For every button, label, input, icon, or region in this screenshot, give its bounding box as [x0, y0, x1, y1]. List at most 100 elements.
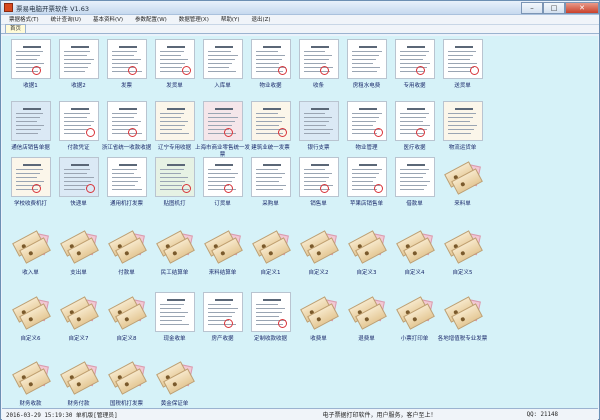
document-icon	[346, 157, 387, 197]
document-icon	[250, 101, 291, 141]
tile-20[interactable]: 学校收费机打	[7, 157, 54, 207]
tile-3[interactable]: 发货单	[151, 39, 198, 89]
tile-23[interactable]: 贴图机打	[151, 157, 198, 207]
tile-18[interactable]: 医疗收据	[391, 101, 438, 151]
tile-42[interactable]: 自定义8	[103, 292, 150, 342]
tile-2[interactable]: 发票	[103, 39, 150, 89]
tile-13[interactable]: 辽宁专用收据	[151, 101, 198, 151]
menu-item-0[interactable]: 票据格式(T)	[3, 15, 45, 25]
ticket-icon	[11, 292, 51, 332]
ticket-icon	[443, 292, 483, 332]
tile-5[interactable]: 物业收据	[247, 39, 294, 89]
status-qq: QQ: 21148	[526, 411, 558, 418]
ticket-icon	[59, 292, 99, 332]
tile-10[interactable]: 通信店销售单据	[7, 101, 54, 151]
maximize-icon: □	[550, 3, 558, 12]
tile-46[interactable]: 收费单	[295, 292, 342, 342]
tile-12[interactable]: 浙江省统一收款收据	[102, 101, 151, 151]
tile-48[interactable]: 小票打印单	[391, 292, 438, 342]
tile-8[interactable]: 专用收据	[391, 39, 438, 89]
ticket-icon	[107, 292, 147, 332]
menu-item-5[interactable]: 帮助(Y)	[215, 15, 246, 25]
tile-1[interactable]: 收据2	[55, 39, 102, 89]
document-icon	[298, 39, 339, 79]
document-icon	[250, 292, 291, 332]
tile-35[interactable]: 自定义1	[247, 226, 294, 276]
tile-27[interactable]: 苹果店销售单	[343, 157, 390, 207]
tile-4[interactable]: 入库单	[199, 39, 246, 89]
menu-item-2[interactable]: 基本资料(V)	[87, 15, 129, 25]
tile-51[interactable]: 财务付款	[55, 357, 102, 407]
tile-0[interactable]: 收据1	[7, 39, 54, 89]
tile-16[interactable]: 银行支票	[295, 101, 342, 151]
tile-38[interactable]: 自定义4	[391, 226, 438, 276]
document-icon	[154, 101, 195, 141]
tile-43[interactable]: 现金收单	[151, 292, 198, 342]
tile-44[interactable]: 房产收据	[199, 292, 246, 342]
document-icon	[58, 157, 99, 197]
close-button[interactable]: ✕	[565, 1, 599, 14]
tile-36[interactable]: 自定义2	[295, 226, 342, 276]
document-icon	[346, 101, 387, 141]
ticket-icon	[59, 357, 99, 397]
tile-14[interactable]: 上海市商业零售统一发票	[195, 101, 250, 158]
tile-30[interactable]: 收入单	[7, 226, 54, 276]
status-edition: 单机版[管理员]	[75, 413, 118, 419]
document-icon	[202, 292, 243, 332]
tile-29[interactable]: 来料单	[439, 157, 486, 207]
tile-22[interactable]: 通用机打发票	[103, 157, 150, 207]
tile-41[interactable]: 自定义7	[55, 292, 102, 342]
ticket-icon	[395, 292, 435, 332]
tile-31[interactable]: 支出单	[55, 226, 102, 276]
tile-32[interactable]: 付款单	[103, 226, 150, 276]
document-icon	[394, 157, 435, 197]
tile-34[interactable]: 来料结算单	[199, 226, 246, 276]
app-logo-icon	[4, 3, 13, 12]
menu-item-3[interactable]: 参数配置(W)	[129, 15, 173, 25]
status-bar: 2016-03-29 15:19:30 单机版[管理员] 电子票据打印软件，用户…	[2, 408, 598, 420]
app-window: 票易电脑开票软件 V1.63 – □ ✕ 票据格式(T) 统计查询(U) 基本资料(…	[0, 0, 600, 420]
tile-33[interactable]: 民工结算单	[151, 226, 198, 276]
tile-9[interactable]: 送货单	[439, 39, 486, 89]
tile-45[interactable]: 定制收款收据	[247, 292, 294, 342]
ticket-icon	[59, 226, 99, 266]
tile-21[interactable]: 快递单	[55, 157, 102, 207]
tile-49[interactable]: 各地增值税专业发票	[438, 292, 487, 342]
menu-item-1[interactable]: 统计查询(U)	[45, 15, 87, 25]
minimize-button[interactable]: –	[521, 1, 543, 14]
tile-52[interactable]: 国税机打发票	[103, 357, 150, 407]
maximize-button[interactable]: □	[543, 1, 565, 14]
tile-label: 送货单	[454, 83, 471, 89]
tile-50[interactable]: 财务收款	[7, 357, 54, 407]
menu-item-4[interactable]: 数据管理(X)	[173, 15, 215, 25]
tile-40[interactable]: 自定义6	[7, 292, 54, 342]
tile-25[interactable]: 采购单	[247, 157, 294, 207]
tile-37[interactable]: 自定义3	[343, 226, 390, 276]
document-icon	[58, 39, 99, 79]
tile-39[interactable]: 自定义5	[439, 226, 486, 276]
tile-24[interactable]: 订货单	[199, 157, 246, 207]
tile-53[interactable]: 黄金保证单	[151, 357, 198, 407]
status-slogan: 电子票据打印软件，用户服务，客户至上！	[322, 412, 437, 419]
document-icon	[298, 101, 339, 141]
tile-17[interactable]: 物业管理	[343, 101, 390, 151]
tile-6[interactable]: 收条	[295, 39, 342, 89]
tile-11[interactable]: 付款凭证	[55, 101, 102, 151]
menu-item-6[interactable]: 退出(Z)	[246, 15, 277, 25]
tab-home[interactable]: 首页	[5, 24, 27, 33]
menu-bar: 票据格式(T) 统计查询(U) 基本资料(V) 参数配置(W) 数据管理(X) 帮助(Y)…	[1, 15, 599, 25]
tile-28[interactable]: 借款单	[391, 157, 438, 207]
document-icon	[58, 101, 99, 141]
document-icon	[10, 157, 51, 197]
document-icon	[106, 157, 147, 197]
tile-47[interactable]: 退费单	[343, 292, 390, 342]
tile-label: 来料单	[454, 201, 471, 207]
ticket-icon	[299, 226, 339, 266]
tile-19[interactable]: 物流运货单	[439, 101, 486, 151]
tile-grid: 收据1 收据2 发票 发货单 入库单 物业收据 收条 房租水电费 专用收据 送货单 通信店销售单据付…	[2, 36, 598, 408]
ticket-icon	[107, 357, 147, 397]
tile-26[interactable]: 销售单	[295, 157, 342, 207]
tile-15[interactable]: 建筑业统一发票	[247, 101, 294, 151]
tile-7[interactable]: 房租水电费	[343, 39, 390, 89]
ticket-icon	[155, 226, 195, 266]
